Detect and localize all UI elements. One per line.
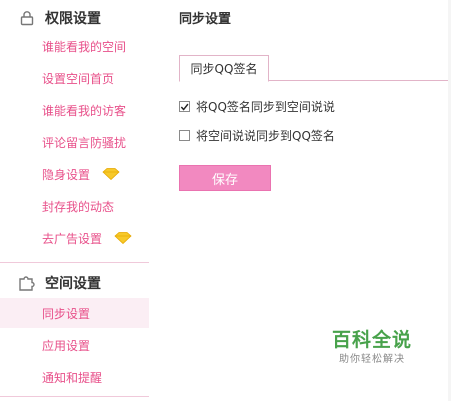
sidebar-item-sync-settings[interactable]: 同步设置 bbox=[0, 298, 149, 328]
puzzle-icon bbox=[17, 273, 37, 293]
option-sync-qq-to-space[interactable]: 将QQ签名同步到空间说说 bbox=[179, 98, 335, 115]
tab-bar: 同步QQ签名 bbox=[179, 55, 451, 82]
option-label: 将QQ签名同步到空间说说 bbox=[196, 100, 335, 114]
checkbox-sync-space-to-qq[interactable] bbox=[179, 130, 190, 141]
sidebar-item-label: 隐身设置 bbox=[42, 167, 91, 182]
save-button[interactable]: 保存 bbox=[179, 165, 271, 191]
sidebar-divider bbox=[0, 262, 149, 263]
lock-icon bbox=[17, 8, 37, 28]
option-label: 将空间说说同步到QQ签名 bbox=[196, 129, 335, 143]
sidebar-item-label: 谁能看我的访客 bbox=[42, 103, 127, 118]
watermark-title: 百科全说 bbox=[331, 329, 412, 351]
gem-icon bbox=[114, 232, 132, 244]
gem-icon bbox=[102, 168, 120, 180]
watermark-subtitle: 助你轻松解决 bbox=[339, 354, 405, 365]
sidebar-item-app-settings[interactable]: 应用设置 bbox=[0, 330, 149, 360]
section-header-space: 空间设置 bbox=[0, 265, 149, 301]
sidebar-divider bbox=[0, 396, 149, 397]
option-sync-space-to-qq[interactable]: 将空间说说同步到QQ签名 bbox=[179, 127, 335, 144]
sidebar-item-anti-harassment[interactable]: 评论留言防骚扰 bbox=[0, 127, 149, 157]
sidebar-item-who-can-view[interactable]: 谁能看我的空间 bbox=[0, 31, 149, 61]
sidebar-item-label: 去广告设置 bbox=[42, 231, 103, 246]
sidebar-item-who-can-view-visitors[interactable]: 谁能看我的访客 bbox=[0, 95, 149, 125]
sidebar-item-label: 应用设置 bbox=[42, 338, 91, 353]
checkbox-sync-qq-to-space[interactable] bbox=[179, 101, 190, 112]
sidebar-item-label: 同步设置 bbox=[42, 306, 91, 321]
sidebar-item-archive-feeds[interactable]: 封存我的动态 bbox=[0, 191, 149, 221]
section-title-permissions: 权限设置 bbox=[45, 11, 101, 27]
sidebar-item-invisible[interactable]: 隐身设置 bbox=[0, 159, 149, 189]
sidebar-item-label: 封存我的动态 bbox=[42, 199, 115, 214]
sidebar-item-remove-ads[interactable]: 去广告设置 bbox=[0, 223, 149, 253]
sidebar: 权限设置 谁能看我的空间 设置空间首页 谁能看我的访客 评论留言防骚扰 隐身设置… bbox=[0, 0, 149, 401]
sidebar-item-label: 设置空间首页 bbox=[42, 71, 115, 86]
sidebar-item-label: 谁能看我的空间 bbox=[42, 39, 127, 54]
section-title-space: 空间设置 bbox=[45, 276, 101, 292]
check-icon bbox=[180, 103, 189, 111]
tab-sync-qq-signature[interactable]: 同步QQ签名 bbox=[179, 55, 269, 82]
sidebar-item-label: 通知和提醒 bbox=[42, 370, 103, 385]
page-title: 同步设置 bbox=[179, 12, 232, 27]
sidebar-item-space-homepage[interactable]: 设置空间首页 bbox=[0, 63, 149, 93]
watermark: 百科全说 助你轻松解决 bbox=[326, 328, 418, 376]
sidebar-item-label: 评论留言防骚扰 bbox=[42, 135, 127, 150]
sidebar-item-notifications[interactable]: 通知和提醒 bbox=[0, 362, 149, 392]
